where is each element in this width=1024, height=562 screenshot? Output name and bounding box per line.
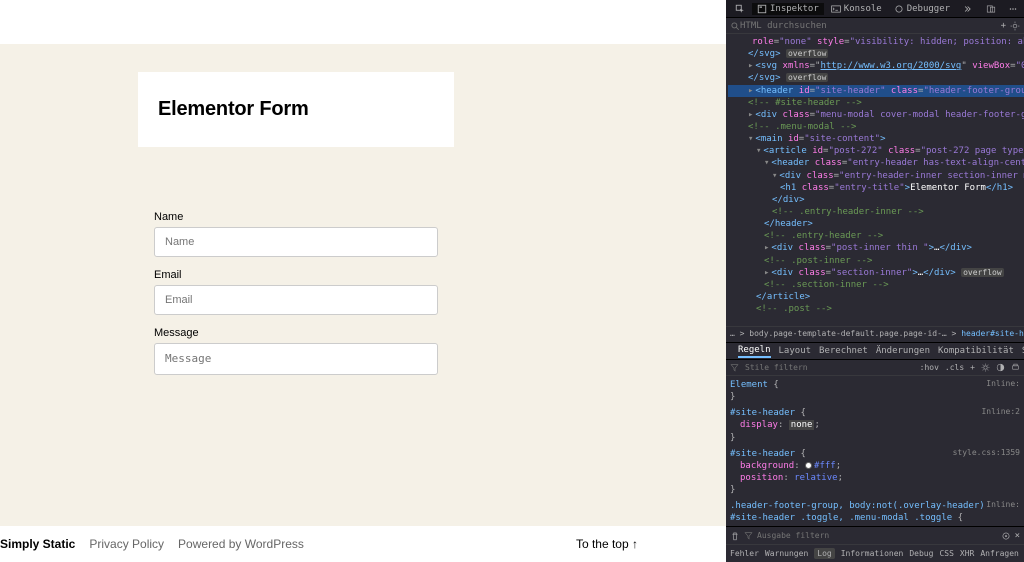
tab-debugger[interactable]: Debugger <box>889 3 955 15</box>
dom-line[interactable]: ▾<header class="entry-header has-text-al… <box>728 157 1024 169</box>
add-class-icon[interactable]: + <box>970 363 975 372</box>
breadcrumb-selected: header#site-header.header-footer-group <box>961 329 1024 338</box>
dom-search-row: + <box>726 18 1024 34</box>
search-icon <box>730 21 740 31</box>
footer-privacy[interactable]: Privacy Policy <box>89 537 164 551</box>
dom-breadcrumb[interactable]: … > body.page-template-default.page.page… <box>726 326 1024 342</box>
light-icon[interactable] <box>981 363 990 372</box>
tab-layout[interactable]: Layout <box>779 346 812 356</box>
footer-brand[interactable]: Simply Static <box>0 537 75 551</box>
to-top-link[interactable]: To the top ↑ <box>576 537 638 551</box>
add-rule-icon[interactable]: + <box>1001 21 1006 31</box>
dom-line[interactable]: ▸<div class="menu-modal cover-modal head… <box>728 109 1024 121</box>
page-preview: Elementor Form Name Email Message Sim <box>0 0 726 562</box>
dom-line[interactable]: ▸<header id="site-header" class="header-… <box>728 85 1024 97</box>
textarea-message[interactable] <box>154 343 438 375</box>
console-bar: × <box>726 526 1024 544</box>
input-name[interactable] <box>154 227 438 257</box>
dom-line[interactable]: ▸<svg xmlns="http://www.w3.org/2000/svg"… <box>728 60 1024 72</box>
console-filter-css[interactable]: CSS <box>939 549 953 558</box>
page-whitespace-top <box>0 0 726 44</box>
dom-search-input[interactable] <box>740 21 997 31</box>
tab-debugger-label: Debugger <box>907 4 950 14</box>
console-filter-fehler[interactable]: Fehler <box>730 549 759 558</box>
footer: Simply Static Privacy Policy Powered by … <box>0 526 726 562</box>
tab-konsole[interactable]: Konsole <box>826 3 887 15</box>
dom-line[interactable]: ▾<div class="entry-header-inner section-… <box>728 170 1024 182</box>
close-console-icon[interactable]: × <box>1015 531 1020 541</box>
page-title: Elementor Form <box>158 98 434 121</box>
css-rule[interactable]: Inline:Element {} <box>730 379 1020 403</box>
dom-line[interactable]: ▸<div class="post-inner thin ">…</div> <box>728 242 1024 254</box>
tab-kompat[interactable]: Kompatibilität <box>938 346 1014 356</box>
console-filter-anfragen[interactable]: Anfragen <box>980 549 1019 558</box>
tab-regeln[interactable]: Regeln <box>738 345 771 358</box>
label-name: Name <box>154 211 438 223</box>
css-rule[interactable]: Inline:.header-footer-group, body:not(.o… <box>730 500 1020 526</box>
devtools-toolbar: Inspektor Konsole Debugger <box>726 0 1024 18</box>
styles-rules[interactable]: Inline:Element {} Inline:2#site-header {d… <box>726 376 1024 526</box>
dom-line[interactable]: <!-- #site-header --> <box>728 97 1024 109</box>
tab-inspektor-label: Inspektor <box>770 4 819 14</box>
responsive-icon[interactable] <box>981 3 1001 15</box>
title-card: Elementor Form <box>138 72 454 147</box>
label-email: Email <box>154 269 438 281</box>
breadcrumb-prefix: … > body.page-template-default.page.page… <box>730 329 956 338</box>
styles-filter-row: :hov .cls + <box>726 360 1024 376</box>
console-filter-xhr[interactable]: XHR <box>960 549 974 558</box>
console-filters: Fehler Warnungen Log Informationen Debug CSS X… <box>726 544 1024 562</box>
filter-icon <box>744 531 753 540</box>
pick-element-icon[interactable] <box>730 3 750 15</box>
field-email: Email <box>154 269 438 315</box>
contrast-icon[interactable] <box>996 363 1005 372</box>
tabs-overflow-icon[interactable] <box>957 3 977 15</box>
dom-line[interactable]: <!-- .post-inner --> <box>728 255 1024 267</box>
field-name: Name <box>154 211 438 257</box>
filter-icon <box>730 363 739 372</box>
tab-anderungen[interactable]: Änderungen <box>876 346 930 356</box>
styles-tabs: Regeln Layout Berechnet Änderungen Kompa… <box>726 342 1024 360</box>
page-main: Elementor Form Name Email Message <box>0 44 726 526</box>
dom-line[interactable]: role="none" style="visibility: hidden; p… <box>728 36 1024 48</box>
styles-filter-input[interactable] <box>745 363 914 372</box>
dom-line[interactable]: <h1 class="entry-title">Elementor Form</… <box>728 182 1024 194</box>
trash-icon[interactable] <box>730 531 740 541</box>
tab-inspektor[interactable]: Inspektor <box>752 3 824 15</box>
cls-toggle[interactable]: .cls <box>945 363 964 372</box>
settings-icon[interactable] <box>1010 21 1020 31</box>
css-rule[interactable]: style.css:1359#site-header {background: … <box>730 448 1020 497</box>
print-icon[interactable] <box>1011 363 1020 372</box>
input-email[interactable] <box>154 285 438 315</box>
console-settings-icon[interactable] <box>1001 531 1011 541</box>
dom-tree[interactable]: role="none" style="visibility: hidden; p… <box>726 34 1024 326</box>
console-filter-debug[interactable]: Debug <box>909 549 933 558</box>
dom-line[interactable]: <!-- .menu-modal --> <box>728 121 1024 133</box>
dom-line[interactable]: ▸<div class="section-inner">…</div> over… <box>728 267 1024 279</box>
dom-line[interactable]: <!-- .entry-header-inner --> <box>728 206 1024 218</box>
dom-line[interactable]: <!-- .section-inner --> <box>728 279 1024 291</box>
dom-line[interactable]: </article> <box>728 291 1024 303</box>
footer-powered[interactable]: Powered by WordPress <box>178 537 304 551</box>
tab-konsole-label: Konsole <box>844 4 882 14</box>
devtools-panel: Inspektor Konsole Debugger <box>726 0 1024 562</box>
console-filter-log[interactable]: Log <box>814 548 834 559</box>
console-filter-warnungen[interactable]: Warnungen <box>765 549 808 558</box>
label-message: Message <box>154 327 438 339</box>
dom-line[interactable]: </div> <box>728 194 1024 206</box>
more-icon[interactable] <box>1003 3 1023 15</box>
dom-line[interactable]: </svg> overflow <box>728 48 1024 60</box>
field-message: Message <box>154 327 438 380</box>
tab-berechnet[interactable]: Berechnet <box>819 346 868 356</box>
css-rule[interactable]: Inline:2#site-header {display: none;} <box>730 407 1020 443</box>
dom-line[interactable]: </header> <box>728 218 1024 230</box>
console-filter-informationen[interactable]: Informationen <box>841 549 904 558</box>
hov-toggle[interactable]: :hov <box>920 363 939 372</box>
dom-line[interactable]: <!-- .post --> <box>728 303 1024 315</box>
console-filter-input[interactable] <box>757 531 875 540</box>
dom-line[interactable]: </svg> overflow <box>728 72 1024 84</box>
form: Name Email Message <box>154 211 438 392</box>
dom-line[interactable]: ▾<article id="post-272" class="post-272 … <box>728 145 1024 157</box>
dom-line[interactable]: ▾<main id="site-content"> <box>728 133 1024 145</box>
dom-line[interactable]: <!-- .entry-header --> <box>728 230 1024 242</box>
